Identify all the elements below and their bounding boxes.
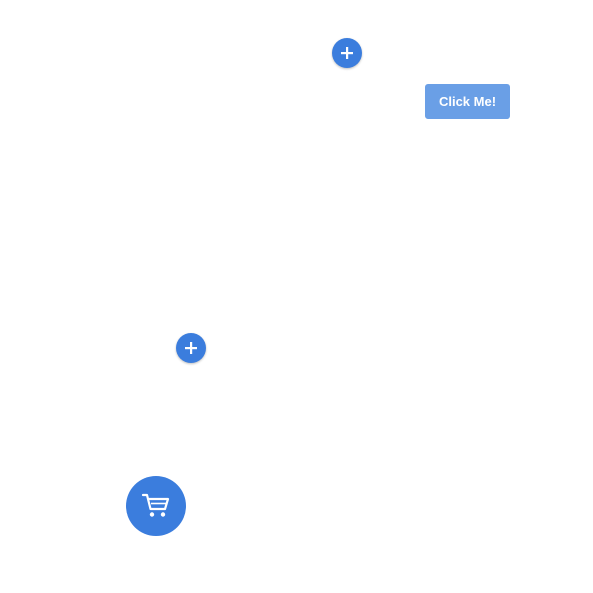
add-button-middle[interactable]	[176, 333, 206, 363]
click-me-button[interactable]: Click Me!	[425, 84, 510, 119]
plus-icon	[341, 47, 353, 59]
add-button-top[interactable]	[332, 38, 362, 68]
cart-button[interactable]	[126, 476, 186, 536]
shopping-cart-icon	[141, 493, 170, 517]
plus-icon	[185, 342, 197, 354]
page-canvas: Click Me!	[0, 0, 593, 593]
